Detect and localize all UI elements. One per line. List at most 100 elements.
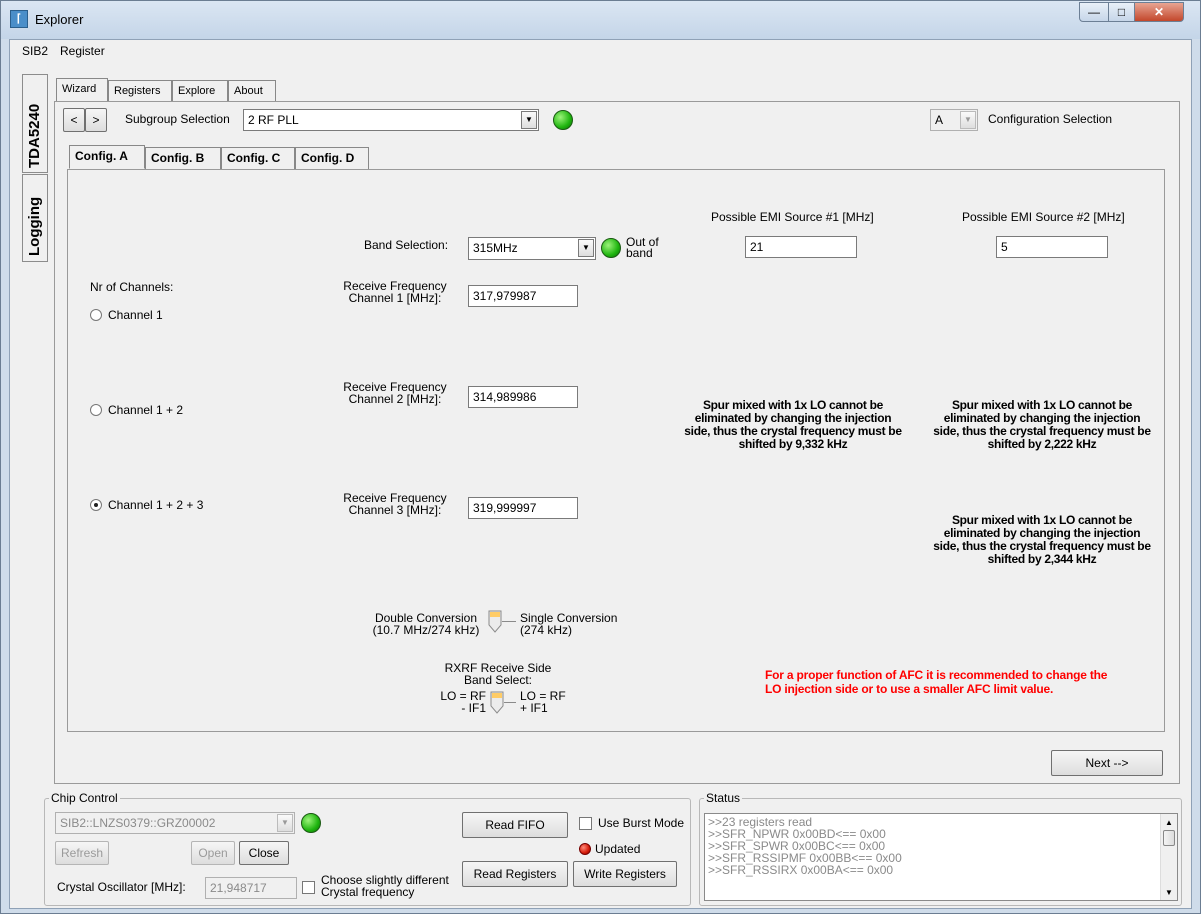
tab-device-label: TDA5240 bbox=[26, 103, 43, 168]
main-tab-strip: Wizard Registers Explore About bbox=[56, 78, 278, 102]
injection-side-slider[interactable] bbox=[490, 691, 504, 715]
title-bar[interactable]: ⌈ Explorer — □ ✕ bbox=[1, 1, 1200, 39]
read-fifo-button[interactable]: Read FIFO bbox=[462, 812, 568, 838]
emi2-label: Possible EMI Source #2 [MHz] bbox=[962, 210, 1125, 224]
spur-line: shifted by 2,222 kHz bbox=[987, 437, 1097, 451]
band-status-text: Out of band bbox=[626, 235, 659, 260]
client-area: SIB2 Register TDA5240 Logging Wizard Reg… bbox=[9, 39, 1192, 909]
freq3-label-line2: Channel 3 [MHz]: bbox=[348, 503, 442, 517]
radio-channel-1-2-3-label: Channel 1 + 2 + 3 bbox=[108, 498, 204, 512]
lo-minus-label: LO = RF - IF1 bbox=[420, 690, 486, 714]
freq2-label: Receive Frequency Channel 2 [MHz]: bbox=[330, 381, 460, 405]
config-select[interactable]: A ▼ bbox=[930, 109, 978, 131]
tab-wizard[interactable]: Wizard bbox=[56, 78, 108, 102]
device-select[interactable]: SIB2::LNZS0379::GRZ00002 ▼ bbox=[55, 812, 295, 834]
burst-mode-checkbox[interactable] bbox=[579, 817, 592, 830]
write-registers-button[interactable]: Write Registers bbox=[573, 861, 677, 887]
freq1-label-line2: Channel 1 [MHz]: bbox=[348, 291, 442, 305]
device-value: SIB2::LNZS0379::GRZ00002 bbox=[60, 816, 216, 830]
radio-channel-1[interactable] bbox=[90, 309, 102, 321]
spur-warning-ch2-emi1: Spur mixed with 1x LO cannot be eliminat… bbox=[668, 399, 918, 451]
status-title: Status bbox=[704, 791, 743, 805]
tab-config-b[interactable]: Config. B bbox=[145, 147, 221, 169]
single-conv-line2: (274 kHz) bbox=[520, 623, 573, 637]
scroll-up-icon[interactable]: ▲ bbox=[1165, 818, 1173, 827]
radio-channel-1-2[interactable] bbox=[90, 404, 102, 416]
close-window-button[interactable]: ✕ bbox=[1134, 2, 1184, 22]
choose-crystal-line2: Crystal frequency bbox=[321, 885, 415, 899]
scroll-thumb[interactable] bbox=[1163, 830, 1175, 846]
burst-mode-label: Use Burst Mode bbox=[598, 816, 685, 830]
refresh-button[interactable]: Refresh bbox=[55, 841, 109, 865]
updated-label: Updated bbox=[595, 842, 641, 856]
choose-crystal-label: Choose slightly different Crystal freque… bbox=[321, 874, 449, 898]
tab-config-d[interactable]: Config. D bbox=[295, 147, 369, 169]
next-button[interactable]: Next --> bbox=[1051, 750, 1163, 776]
chevron-down-icon[interactable]: ▼ bbox=[578, 239, 594, 257]
lo-minus-line2: - IF1 bbox=[461, 701, 486, 715]
read-registers-button[interactable]: Read Registers bbox=[462, 861, 568, 887]
status-lines: >>23 registers read >>SFR_NPWR 0x00BD<==… bbox=[708, 816, 902, 876]
updated-status-led bbox=[579, 843, 591, 855]
tab-registers[interactable]: Registers bbox=[108, 80, 172, 102]
freq1-label: Receive Frequency Channel 1 [MHz]: bbox=[330, 280, 460, 304]
spur-line: shifted by 2,344 kHz bbox=[987, 552, 1097, 566]
double-conv-line2: (10.7 MHz/274 kHz) bbox=[372, 623, 480, 637]
afc-warning: For a proper function of AFC it is recom… bbox=[765, 668, 1107, 696]
freq3-input[interactable]: 319,999997 bbox=[468, 497, 578, 519]
freq2-input[interactable]: 314,989986 bbox=[468, 386, 578, 408]
menu-item-sib2[interactable]: SIB2 bbox=[22, 44, 48, 58]
scroll-down-icon[interactable]: ▼ bbox=[1165, 888, 1173, 897]
status-line: >>SFR_RSSIRX 0x00BA<== 0x00 bbox=[708, 863, 894, 877]
chevron-down-icon[interactable]: ▼ bbox=[277, 814, 293, 832]
open-button[interactable]: Open bbox=[191, 841, 235, 865]
crystal-input[interactable]: 21,948717 bbox=[205, 877, 297, 899]
menu-item-register[interactable]: Register bbox=[60, 44, 105, 58]
next-subgroup-button[interactable]: > bbox=[85, 108, 107, 132]
crystal-label: Crystal Oscillator [MHz]: bbox=[57, 880, 186, 894]
radio-channel-1-2-3[interactable] bbox=[90, 499, 102, 511]
status-log[interactable]: >>23 registers read >>SFR_NPWR 0x00BD<==… bbox=[704, 813, 1178, 901]
tab-config-a[interactable]: Config. A bbox=[69, 145, 145, 169]
device-status-led bbox=[301, 813, 321, 833]
tab-explore[interactable]: Explore bbox=[172, 80, 228, 102]
lo-plus-label: LO = RF + IF1 bbox=[520, 690, 566, 714]
radio-channel-1-label: Channel 1 bbox=[108, 308, 163, 322]
emi1-input[interactable]: 21 bbox=[745, 236, 857, 258]
chevron-down-icon[interactable]: ▼ bbox=[521, 111, 537, 129]
tab-logging[interactable]: Logging bbox=[22, 174, 48, 262]
freq1-input[interactable]: 317,979987 bbox=[468, 285, 578, 307]
chip-control-group: Chip Control SIB2::LNZS0379::GRZ00002 ▼ … bbox=[44, 791, 691, 906]
spur-warning-ch3-emi2: Spur mixed with 1x LO cannot be eliminat… bbox=[914, 514, 1170, 566]
freq2-label-line2: Channel 2 [MHz]: bbox=[348, 392, 442, 406]
antenna-icon: ⌈ bbox=[10, 10, 28, 28]
status-group: Status >>23 registers read >>SFR_NPWR 0x… bbox=[699, 791, 1182, 906]
tab-device[interactable]: TDA5240 bbox=[22, 74, 48, 173]
wizard-panel: < > Subgroup Selection 2 RF PLL ▼ A ▼ Co… bbox=[54, 101, 1180, 784]
conversion-slider[interactable] bbox=[488, 610, 502, 634]
tab-config-c[interactable]: Config. C bbox=[221, 147, 295, 169]
minimize-button[interactable]: — bbox=[1079, 2, 1109, 22]
close-button[interactable]: Close bbox=[239, 841, 289, 865]
emi1-label: Possible EMI Source #1 [MHz] bbox=[711, 210, 874, 224]
chip-control-title: Chip Control bbox=[49, 791, 120, 805]
chevron-down-icon[interactable]: ▼ bbox=[960, 111, 976, 129]
choose-crystal-checkbox[interactable] bbox=[302, 881, 315, 894]
band-status-led bbox=[601, 238, 621, 258]
app-window: ⌈ Explorer — □ ✕ SIB2 Register TDA5240 L… bbox=[0, 0, 1201, 914]
subgroup-select[interactable]: 2 RF PLL ▼ bbox=[243, 109, 539, 131]
prev-subgroup-button[interactable]: < bbox=[63, 108, 85, 132]
tab-logging-label: Logging bbox=[26, 196, 43, 256]
subgroup-label: Subgroup Selection bbox=[125, 112, 230, 126]
band-select[interactable]: 315MHz ▼ bbox=[468, 237, 596, 260]
nr-channels-label: Nr of Channels: bbox=[90, 280, 174, 294]
config-label: Configuration Selection bbox=[988, 112, 1113, 126]
status-scrollbar[interactable]: ▲ ▼ bbox=[1160, 814, 1177, 900]
maximize-button[interactable]: □ bbox=[1108, 2, 1135, 22]
subgroup-status-led bbox=[553, 110, 573, 130]
spur-warning-ch2-emi2: Spur mixed with 1x LO cannot be eliminat… bbox=[914, 399, 1170, 451]
rxrf-line2: Band Select: bbox=[463, 673, 533, 687]
menu-bar: SIB2 Register bbox=[10, 40, 1191, 62]
emi2-input[interactable]: 5 bbox=[996, 236, 1108, 258]
tab-about[interactable]: About bbox=[228, 80, 276, 102]
